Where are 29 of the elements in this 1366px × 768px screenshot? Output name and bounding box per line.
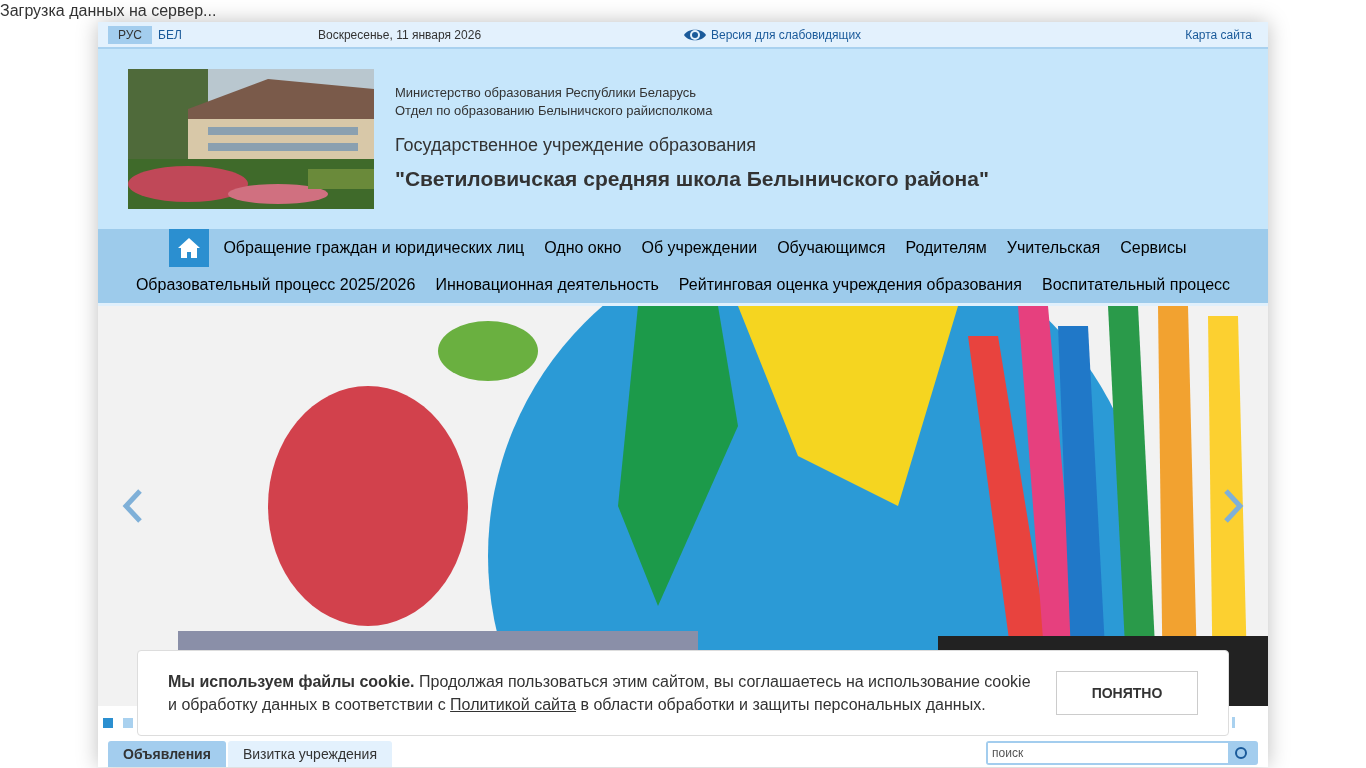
content-tab[interactable]: Объявления <box>108 741 226 767</box>
policy-link[interactable]: Политикой сайта <box>450 696 577 713</box>
nav-link[interactable]: Воспитательный процесс <box>1031 273 1241 297</box>
accept-button[interactable]: ПОНЯТНО <box>1056 671 1198 715</box>
ministry-text: Министерство образования Республики Беларусь <box>395 83 698 102</box>
nav-link[interactable]: Инновационная деятельность <box>425 273 669 297</box>
nav-link[interactable]: Обучающимся <box>767 236 896 260</box>
sitemap-link[interactable]: Карта сайта <box>1185 25 1258 44</box>
search-field[interactable]: поиск <box>986 741 1258 765</box>
department-text: Отдел по образованию Белыничского райисполкома <box>395 101 714 120</box>
nav-link[interactable]: Учительская <box>996 236 1111 260</box>
nav-link[interactable]: Рейтинговая оценка учреждения образования <box>668 273 1032 297</box>
date-text: Воскресенье, 11 января 2026 <box>318 26 483 44</box>
nav-link[interactable]: Одно окно <box>534 236 632 260</box>
cookie-text: Мы используем файлы cookie. Продолжая пользоваться этим сайтом, вы соглашаетесь на использование cookie и обработку данных в соответствии с Политикой сайта в области обработки и защиты персональных данных. <box>168 672 1031 715</box>
institution-name: "Светиловичская средняя школа Белыничского района" <box>395 165 989 192</box>
home-icon <box>177 237 202 259</box>
nav-link[interactable]: Об учреждении <box>631 236 768 260</box>
home-button[interactable] <box>169 229 210 267</box>
nav-link[interactable]: Обращение граждан и юридических лиц <box>213 236 535 260</box>
content-tab[interactable]: Визитка учреждения <box>227 741 392 767</box>
nav-link[interactable]: Сервисы <box>1110 236 1197 260</box>
nav-link[interactable]: Образовательный процесс 2025/2026 <box>125 273 426 297</box>
language-link[interactable]: БЕЛ <box>156 25 184 44</box>
language-link[interactable]: РУС <box>108 25 153 44</box>
institution-type: Государственное учреждение образования <box>395 133 758 157</box>
accessibility-link[interactable]: Версия для слабовидящих <box>683 25 862 44</box>
loading-text: Загрузка данных на сервер... <box>0 1 218 21</box>
nav-link[interactable]: Родителям <box>895 236 997 260</box>
